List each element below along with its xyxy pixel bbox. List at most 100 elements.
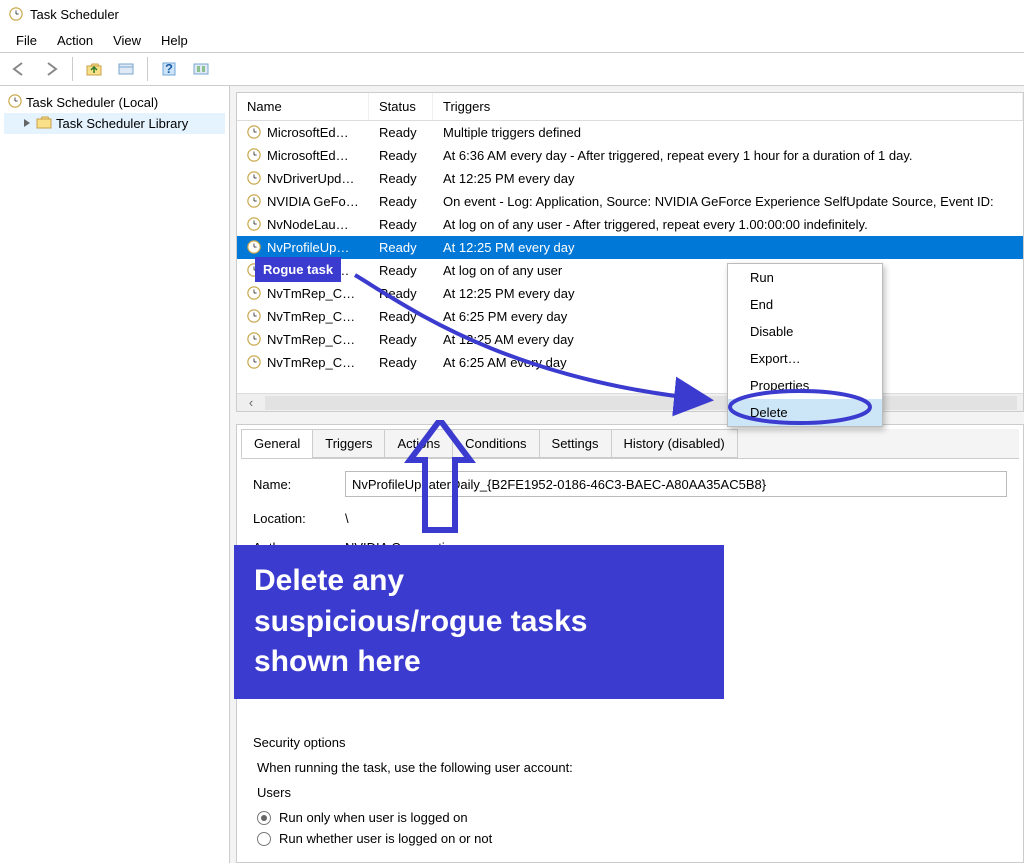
tree-root-label: Task Scheduler (Local) (26, 95, 158, 110)
radio-run-whether-label: Run whether user is logged on or not (279, 831, 492, 846)
task-row[interactable]: NVIDIA GeFo…ReadyOn event - Log: Applica… (237, 190, 1023, 213)
menu-file[interactable]: File (6, 30, 47, 51)
chevron-right-icon (22, 116, 32, 131)
task-trigger: On event - Log: Application, Source: NVI… (433, 194, 1023, 209)
task-list-header: Name Status Triggers (237, 93, 1023, 121)
main-area: Task Scheduler (Local) Task Scheduler Li… (0, 86, 1024, 863)
task-row[interactable]: NvTmRep_Cr…ReadyAt 12:25 AM every day (237, 328, 1023, 351)
col-status[interactable]: Status (369, 93, 433, 120)
annotation-rogue-label: Rogue task (255, 257, 341, 282)
properties-button[interactable] (111, 55, 141, 83)
list-h-scrollbar[interactable]: ‹ (237, 393, 1023, 411)
radio-run-whether[interactable]: Run whether user is logged on or not (257, 831, 1007, 846)
ctx-export[interactable]: Export… (728, 345, 882, 372)
ctx-end[interactable]: End (728, 291, 882, 318)
tree-root[interactable]: Task Scheduler (Local) (4, 92, 225, 113)
task-name: MicrosoftEd… (267, 125, 349, 140)
task-status: Ready (369, 263, 433, 278)
task-row[interactable]: NvProfileUp…ReadyAt log on of any user (237, 259, 1023, 282)
security-when-text: When running the task, use the following… (257, 760, 1007, 775)
task-status: Ready (369, 286, 433, 301)
task-status: Ready (369, 355, 433, 370)
task-clock-icon (247, 171, 263, 187)
task-row[interactable]: NvDriverUpd…ReadyAt 12:25 PM every day (237, 167, 1023, 190)
col-name[interactable]: Name (237, 93, 369, 120)
task-row[interactable]: NvTmRep_Cr…ReadyAt 6:25 PM every day (237, 305, 1023, 328)
task-trigger: At log on of any user - After triggered,… (433, 217, 1023, 232)
menu-view[interactable]: View (103, 30, 151, 51)
scroll-left-icon[interactable]: ‹ (243, 395, 259, 410)
ctx-properties[interactable]: Properties (728, 372, 882, 399)
task-trigger: At 6:36 AM every day - After triggered, … (433, 148, 1023, 163)
task-status: Ready (369, 217, 433, 232)
task-name: MicrosoftEd… (267, 148, 349, 163)
name-label: Name: (253, 477, 333, 492)
clock-icon (8, 94, 22, 111)
ctx-delete[interactable]: Delete (728, 399, 882, 426)
task-clock-icon (247, 286, 263, 302)
security-options-title: Security options (253, 735, 1007, 750)
window-titlebar: Task Scheduler (0, 0, 1024, 28)
task-rows: MicrosoftEd…ReadyMultiple triggers defin… (237, 121, 1023, 389)
toolbar: ? (0, 52, 1024, 86)
task-row[interactable]: NvTmRep_Cr…ReadyAt 6:25 AM every day (237, 351, 1023, 374)
tree-library[interactable]: Task Scheduler Library (4, 113, 225, 134)
task-status: Ready (369, 332, 433, 347)
ctx-run[interactable]: Run (728, 264, 882, 291)
ctx-disable[interactable]: Disable (728, 318, 882, 345)
security-users-text: Users (257, 785, 1007, 800)
scroll-track[interactable] (265, 396, 1017, 410)
tab-triggers[interactable]: Triggers (312, 429, 385, 458)
tab-general[interactable]: General (241, 429, 313, 458)
location-label: Location: (253, 511, 333, 526)
task-name: NvTmRep_Cr… (267, 286, 359, 301)
task-name: NvNodeLau… (267, 217, 349, 232)
task-row[interactable]: MicrosoftEd…ReadyAt 6:36 AM every day - … (237, 144, 1023, 167)
task-name: NvTmRep_Cr… (267, 332, 359, 347)
task-row[interactable]: NvNodeLau… ReadyAt log on of any user - A… (237, 213, 1023, 236)
task-trigger: At 12:25 PM every day (433, 240, 1023, 255)
task-row[interactable]: NvProfileUp…ReadyAt 12:25 PM every day (237, 236, 1023, 259)
task-list: Name Status Triggers MicrosoftEd…ReadyMu… (236, 92, 1024, 412)
tree-library-label: Task Scheduler Library (56, 116, 188, 131)
menu-action[interactable]: Action (47, 30, 103, 51)
tab-settings[interactable]: Settings (539, 429, 612, 458)
app-clock-icon (8, 6, 24, 22)
annotation-instruction-box: Delete any suspicious/rogue tasks shown … (234, 545, 724, 699)
task-clock-icon (247, 194, 263, 210)
back-button[interactable] (4, 55, 34, 83)
task-context-menu: RunEndDisableExport…PropertiesDelete (727, 263, 883, 427)
right-pane: Name Status Triggers MicrosoftEd…ReadyMu… (230, 86, 1024, 863)
col-triggers[interactable]: Triggers (433, 93, 1023, 120)
annotation-up-arrow (400, 420, 480, 553)
details-tabs: GeneralTriggersActionsConditionsSettings… (241, 429, 1019, 459)
toolbar-divider (147, 57, 148, 81)
task-clock-icon (247, 240, 263, 256)
window-title: Task Scheduler (30, 7, 119, 22)
radio-icon (257, 811, 271, 825)
task-clock-icon (247, 355, 263, 371)
task-name: NvTmRep_Cr… (267, 355, 359, 370)
task-row[interactable]: NvTmRep_Cr…ReadyAt 12:25 PM every day (237, 282, 1023, 305)
up-folder-button[interactable] (79, 55, 109, 83)
task-trigger: At 12:25 PM every day (433, 171, 1023, 186)
task-name: NvDriverUpd… (267, 171, 354, 186)
task-row[interactable]: MicrosoftEd…ReadyMultiple triggers defin… (237, 121, 1023, 144)
menu-help[interactable]: Help (151, 30, 198, 51)
task-clock-icon (247, 217, 263, 233)
help-button[interactable]: ? (154, 55, 184, 83)
menu-bar: File Action View Help (0, 28, 1024, 52)
forward-button[interactable] (36, 55, 66, 83)
task-status: Ready (369, 194, 433, 209)
folder-icon (36, 115, 52, 132)
task-name: NvProfileUp… (267, 240, 349, 255)
radio-icon (257, 832, 271, 846)
toolbar-divider (72, 57, 73, 81)
task-status: Ready (369, 125, 433, 140)
task-status: Ready (369, 309, 433, 324)
task-clock-icon (247, 309, 263, 325)
radio-run-only-logged[interactable]: Run only when user is logged on (257, 810, 1007, 825)
refresh-button[interactable] (186, 55, 216, 83)
tab-history-disabled-[interactable]: History (disabled) (611, 429, 738, 458)
task-clock-icon (247, 148, 263, 164)
